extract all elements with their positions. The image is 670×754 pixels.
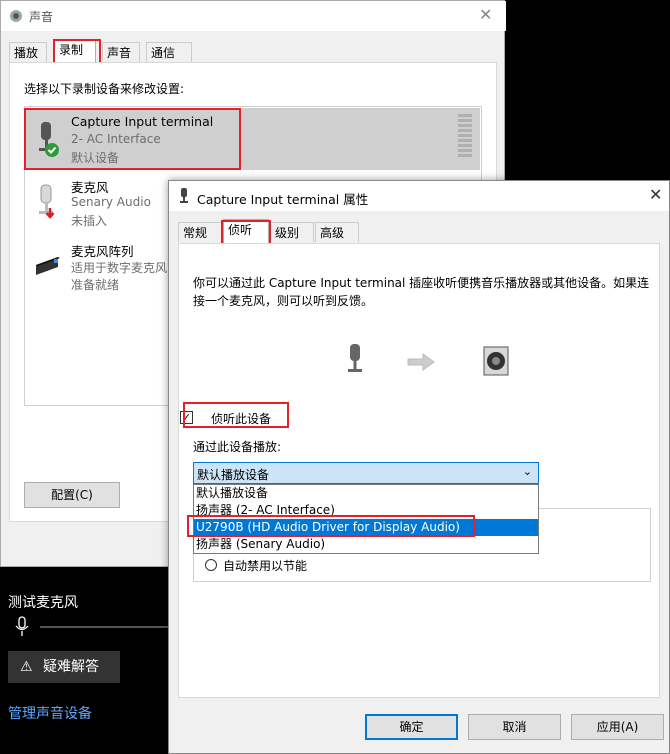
device-name: Capture Input terminal: [71, 114, 214, 129]
tab-advanced[interactable]: 高级: [315, 222, 359, 242]
device-name: 麦克风阵列: [71, 244, 134, 259]
warning-icon: ⚠: [20, 659, 33, 675]
tab-general[interactable]: 常规: [178, 222, 222, 242]
tab-recording[interactable]: 录制: [54, 39, 96, 63]
tab-levels[interactable]: 级别: [270, 222, 314, 242]
listen-description: 你可以通过此 Capture Input terminal 插座收听便携音乐播放…: [193, 276, 650, 308]
device-name: 麦克风: [71, 180, 109, 195]
listen-checkbox-label[interactable]: 侦听此设备: [211, 410, 271, 427]
list-item[interactable]: Capture Input terminal 2- AC Interface 默…: [26, 108, 480, 170]
microphone-icon: [39, 122, 59, 157]
option-u2790b[interactable]: U2790B (HD Audio Driver for Display Audi…: [194, 519, 538, 536]
test-mic-label: 测试麦克风: [8, 595, 78, 611]
troubleshoot-button[interactable]: ⚠ 疑难解答: [8, 651, 120, 683]
dropdown-value: 默认播放设备: [197, 468, 270, 482]
troubleshoot-label: 疑难解答: [43, 659, 100, 675]
microphone-icon: [39, 184, 55, 219]
level-meter: [458, 114, 472, 160]
tab-listen[interactable]: 侦听: [223, 219, 269, 243]
apply-button[interactable]: 应用(A): [571, 714, 664, 740]
tab-sounds[interactable]: 声音: [102, 42, 140, 62]
auto-disable-label[interactable]: 自动禁用以节能: [223, 557, 307, 574]
close-icon[interactable]: ✕: [479, 5, 492, 24]
speaker-icon: [10, 10, 22, 22]
manage-sound-devices-link[interactable]: 管理声音设备: [8, 703, 92, 723]
sound-titlebar[interactable]: 声音 ✕: [1, 1, 506, 31]
microphone-icon: [15, 616, 29, 636]
dialog-title: Capture Input terminal 属性: [197, 192, 369, 207]
device-status: 默认设备: [71, 151, 120, 165]
tab-playback[interactable]: 播放: [9, 42, 47, 62]
close-icon[interactable]: ✕: [649, 185, 662, 204]
option-speaker-senary[interactable]: 扬声器 (Senary Audio): [194, 536, 538, 553]
playback-device-dropdown[interactable]: 默认播放设备 ⌄: [193, 462, 539, 484]
microphone-icon: [180, 188, 188, 203]
ok-button[interactable]: 确定: [365, 714, 458, 740]
playback-device-label: 通过此设备播放:: [193, 440, 282, 454]
chevron-down-icon: ⌄: [522, 465, 532, 478]
window-title: 声音: [29, 10, 54, 24]
microphone-icon: [348, 344, 362, 372]
listen-checkbox[interactable]: ✓: [180, 411, 193, 424]
tab-communications[interactable]: 通信: [146, 42, 192, 62]
arrow-right-icon: [407, 353, 435, 371]
device-status: 未插入: [71, 214, 108, 228]
device-sub: 适用于数字麦克风: [71, 261, 168, 275]
option-default-playback[interactable]: 默认播放设备: [194, 485, 538, 502]
mic-level-bar: [40, 626, 168, 628]
speaker-icon: [483, 346, 509, 376]
cancel-button[interactable]: 取消: [468, 714, 561, 740]
microphone-array-icon: [36, 257, 60, 275]
device-status: 准备就绪: [71, 278, 120, 292]
option-speaker-ac[interactable]: 扬声器 (2- AC Interface): [194, 502, 538, 519]
playback-device-options[interactable]: 默认播放设备 扬声器 (2- AC Interface) U2790B (HD …: [193, 484, 539, 554]
properties-dialog: Capture Input terminal 属性 ✕ 常规 侦听 级别 高级 …: [168, 180, 670, 754]
instruction-text: 选择以下录制设备来修改设置:: [24, 82, 185, 96]
device-sub: Senary Audio: [71, 195, 151, 209]
auto-disable-radio[interactable]: [205, 559, 217, 571]
configure-button[interactable]: 配置(C): [24, 482, 120, 508]
device-sub: 2- AC Interface: [71, 132, 161, 146]
dialog-titlebar[interactable]: Capture Input terminal 属性 ✕: [169, 181, 669, 211]
